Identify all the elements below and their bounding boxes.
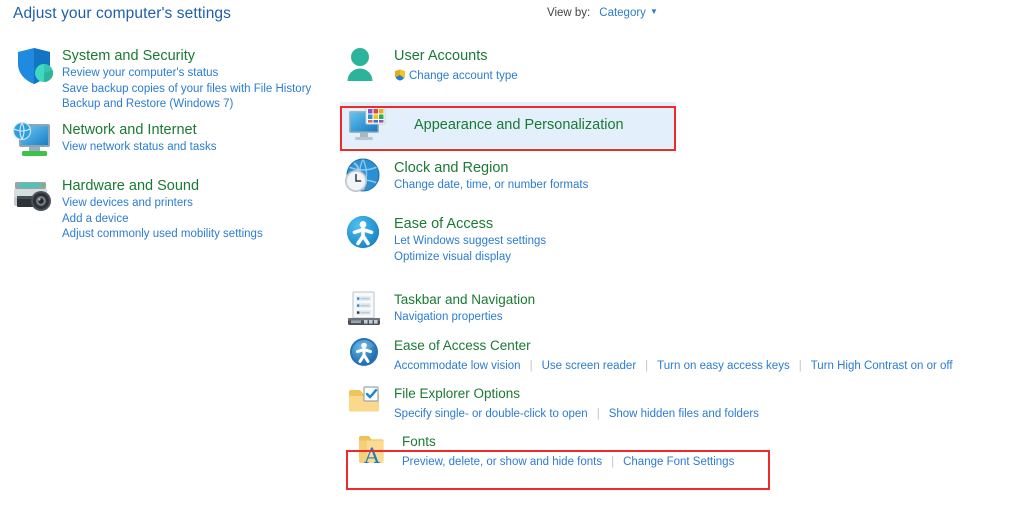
link-view-network-status[interactable]: View network status and tasks bbox=[62, 140, 338, 156]
page-header: Adjust your computer's settings View by:… bbox=[0, 0, 1024, 34]
category-title[interactable]: Ease of Access bbox=[394, 215, 1020, 233]
item-links: Preview, delete, or show and hide fonts |… bbox=[402, 452, 1020, 471]
svg-text:A: A bbox=[363, 444, 380, 468]
chevron-down-icon[interactable]: ▼ bbox=[650, 7, 658, 16]
category-title[interactable]: Clock and Region bbox=[394, 159, 1020, 177]
item-title[interactable]: File Explorer Options bbox=[394, 385, 1020, 403]
item-title[interactable]: Fonts bbox=[402, 433, 1020, 451]
link-change-date-time[interactable]: Change date, time, or number formats bbox=[394, 178, 1020, 194]
link-separator: | bbox=[799, 360, 802, 372]
category-hardware-and-sound[interactable]: Hardware and Sound View devices and prin… bbox=[8, 174, 338, 248]
category-body: User Accounts Change account type bbox=[394, 44, 1020, 85]
item-title[interactable]: Taskbar and Navigation bbox=[394, 291, 1020, 309]
category-title[interactable]: User Accounts bbox=[394, 47, 1020, 65]
fonts-folder-icon: A bbox=[348, 430, 396, 472]
link-change-font-settings[interactable]: Change Font Settings bbox=[623, 456, 734, 468]
link-preview-delete-fonts[interactable]: Preview, delete, or show and hide fonts bbox=[402, 456, 602, 468]
link-easy-access-keys[interactable]: Turn on easy access keys bbox=[657, 360, 790, 372]
category-user-accounts[interactable]: User Accounts Change account type bbox=[340, 44, 1020, 102]
category-links: View network status and tasks bbox=[62, 140, 338, 156]
link-show-hidden-files[interactable]: Show hidden files and folders bbox=[609, 408, 759, 420]
link-accommodate-low-vision[interactable]: Accommodate low vision bbox=[394, 360, 521, 372]
category-body: Ease of Access Let Windows suggest setti… bbox=[394, 212, 1020, 265]
taskbar-icon bbox=[340, 288, 388, 330]
link-file-history[interactable]: Save backup copies of your files with Fi… bbox=[62, 82, 338, 98]
link-view-devices-printers[interactable]: View devices and printers bbox=[62, 196, 338, 212]
ease-of-access-center-icon bbox=[340, 334, 388, 376]
display-personalization-icon bbox=[344, 105, 392, 145]
item-links: Navigation properties bbox=[394, 310, 1020, 326]
category-links: Change account type bbox=[394, 66, 1020, 85]
category-body: Clock and Region Change date, time, or n… bbox=[394, 156, 1020, 194]
category-ease-of-access[interactable]: Ease of Access Let Windows suggest setti… bbox=[340, 212, 1020, 270]
item-file-explorer-options[interactable]: File Explorer Options Specify single- or… bbox=[340, 382, 1020, 430]
item-fonts[interactable]: A Fonts Preview, delete, or show and hid… bbox=[340, 430, 1020, 476]
network-monitor-icon bbox=[8, 118, 56, 162]
category-appearance-and-personalization[interactable]: Appearance and Personalization bbox=[340, 102, 676, 148]
left-category-column: System and Security Review your computer… bbox=[8, 44, 338, 248]
uac-shield-icon bbox=[394, 68, 406, 80]
link-specify-click-to-open[interactable]: Specify single- or double-click to open bbox=[394, 408, 588, 420]
item-taskbar-and-navigation[interactable]: Taskbar and Navigation Navigation proper… bbox=[340, 288, 1020, 334]
link-use-screen-reader[interactable]: Use screen reader bbox=[542, 360, 637, 372]
category-body: System and Security Review your computer… bbox=[62, 44, 338, 113]
view-by-label: View by: bbox=[547, 7, 590, 19]
link-separator: | bbox=[530, 360, 533, 372]
globe-clock-icon bbox=[340, 156, 388, 200]
link-add-a-device[interactable]: Add a device bbox=[62, 212, 338, 228]
link-review-status[interactable]: Review your computer's status bbox=[62, 66, 338, 82]
category-title[interactable]: Appearance and Personalization bbox=[414, 116, 676, 134]
link-separator: | bbox=[645, 360, 648, 372]
link-mobility-settings[interactable]: Adjust commonly used mobility settings bbox=[62, 227, 338, 243]
category-links: Change date, time, or number formats bbox=[394, 178, 1020, 194]
item-links: Specify single- or double-click to open |… bbox=[394, 404, 1020, 423]
item-ease-of-access-center[interactable]: Ease of Access Center Accommodate low vi… bbox=[340, 334, 1020, 382]
category-links: Review your computer's status Save backu… bbox=[62, 66, 338, 113]
category-title[interactable]: Hardware and Sound bbox=[62, 177, 338, 195]
category-body: Hardware and Sound View devices and prin… bbox=[62, 174, 338, 243]
link-navigation-properties[interactable]: Navigation properties bbox=[394, 310, 1020, 326]
folder-check-icon bbox=[340, 382, 388, 424]
item-links: Accommodate low vision | Use screen reader… bbox=[394, 356, 1020, 375]
link-let-windows-suggest[interactable]: Let Windows suggest settings bbox=[394, 234, 1020, 250]
link-change-account-type[interactable]: Change account type bbox=[409, 70, 518, 82]
printer-icon bbox=[8, 174, 56, 218]
view-by-control: View by: Category ▼ bbox=[547, 7, 658, 19]
category-system-and-security[interactable]: System and Security Review your computer… bbox=[8, 44, 338, 118]
right-category-column: User Accounts Change account type bbox=[340, 44, 1020, 270]
category-body: Network and Internet View network status… bbox=[62, 118, 338, 156]
item-body: Ease of Access Center Accommodate low vi… bbox=[394, 334, 1020, 375]
link-backup-restore[interactable]: Backup and Restore (Windows 7) bbox=[62, 97, 338, 113]
accessibility-icon bbox=[340, 212, 388, 256]
sub-item-list: Taskbar and Navigation Navigation proper… bbox=[340, 288, 1020, 476]
link-separator: | bbox=[597, 408, 600, 420]
link-optimize-visual-display[interactable]: Optimize visual display bbox=[394, 250, 1020, 266]
item-body: File Explorer Options Specify single- or… bbox=[394, 382, 1020, 423]
category-title[interactable]: System and Security bbox=[62, 47, 338, 65]
view-by-dropdown[interactable]: Category bbox=[599, 7, 646, 19]
page-title: Adjust your computer's settings bbox=[13, 5, 231, 23]
category-links: View devices and printers Add a device A… bbox=[62, 196, 338, 243]
link-high-contrast[interactable]: Turn High Contrast on or off bbox=[811, 360, 953, 372]
item-body: Taskbar and Navigation Navigation proper… bbox=[394, 288, 1020, 326]
category-title[interactable]: Network and Internet bbox=[62, 121, 338, 139]
user-icon bbox=[340, 44, 388, 88]
category-links: Let Windows suggest settings Optimize vi… bbox=[394, 234, 1020, 265]
item-title[interactable]: Ease of Access Center bbox=[394, 337, 1020, 355]
category-body: Appearance and Personalization bbox=[398, 116, 676, 134]
category-network-and-internet[interactable]: Network and Internet View network status… bbox=[8, 118, 338, 174]
shield-icon bbox=[8, 44, 56, 88]
link-separator: | bbox=[611, 456, 614, 468]
category-clock-and-region[interactable]: Clock and Region Change date, time, or n… bbox=[340, 156, 1020, 212]
item-body: Fonts Preview, delete, or show and hide … bbox=[402, 430, 1020, 471]
